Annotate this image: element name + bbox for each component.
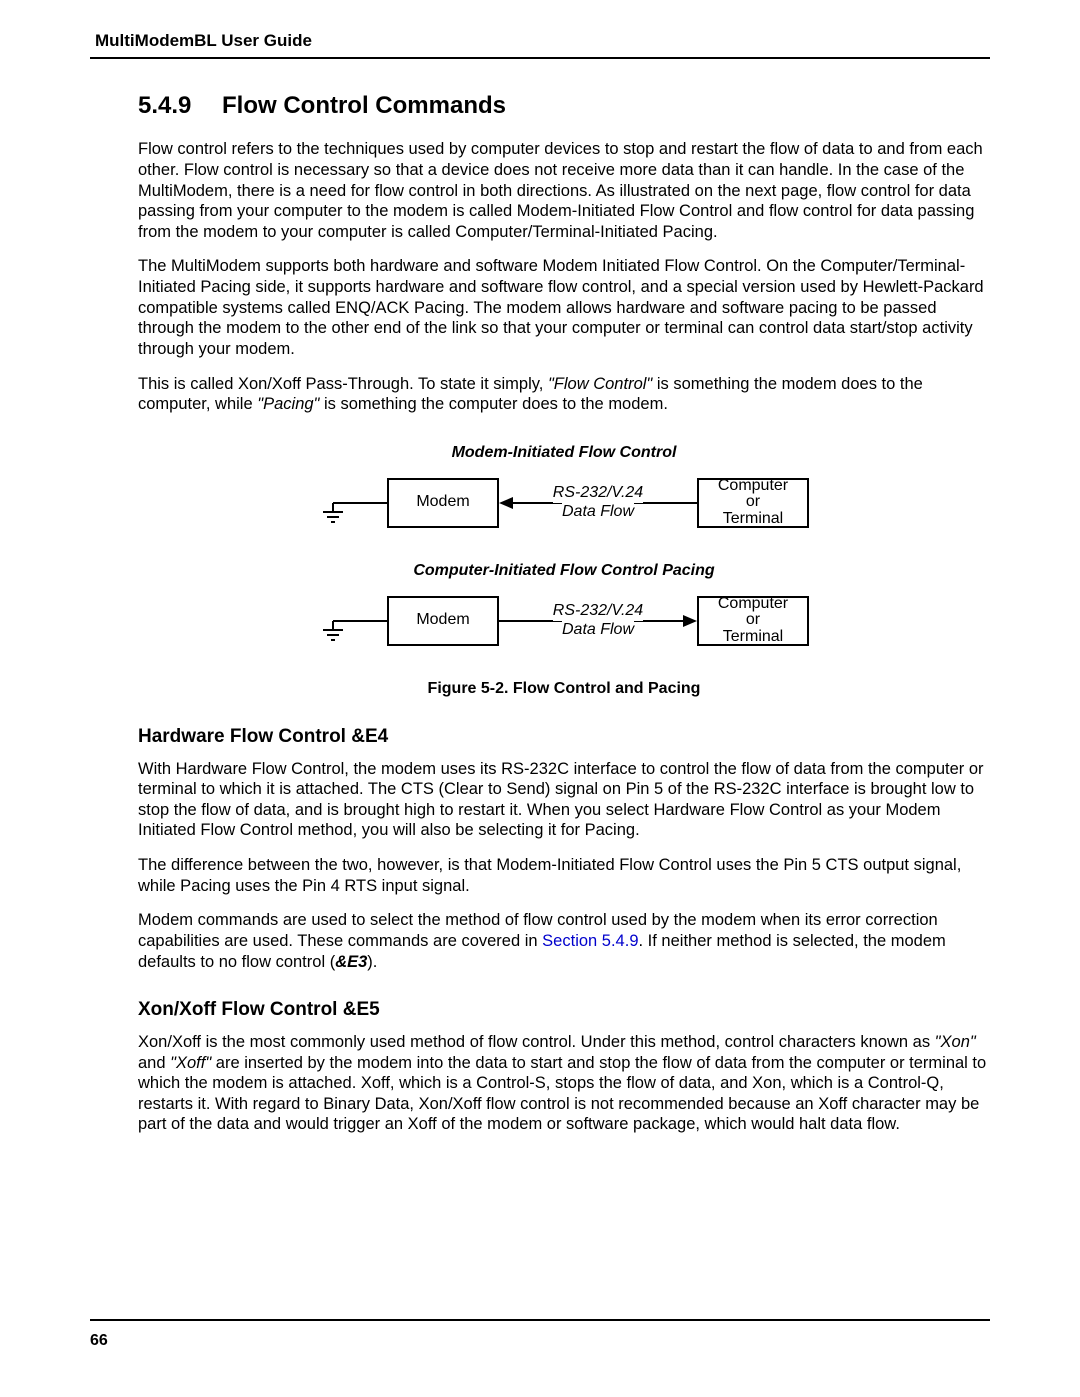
diagram-title: Computer-Initiated Flow Control Pacing bbox=[284, 561, 844, 581]
footer-rule bbox=[90, 1319, 990, 1321]
paragraph: Flow control refers to the techniques us… bbox=[138, 139, 990, 242]
header-rule bbox=[90, 57, 990, 59]
link-arrow-right: RS-232/V.24 Data Flow bbox=[499, 596, 697, 646]
computer-box: Computer or Terminal bbox=[697, 478, 809, 528]
wire bbox=[359, 620, 387, 622]
page-number: 66 bbox=[90, 1331, 990, 1351]
subheading-hardware: Hardware Flow Control &E4 bbox=[138, 725, 990, 749]
paragraph: This is called Xon/Xoff Pass-Through. To… bbox=[138, 374, 990, 415]
modem-box: Modem bbox=[387, 596, 499, 646]
section-number: 5.4.9 bbox=[138, 91, 222, 121]
paragraph: With Hardware Flow Control, the modem us… bbox=[138, 759, 990, 842]
wire bbox=[359, 502, 387, 504]
section-heading: 5.4.9Flow Control Commands bbox=[138, 91, 990, 121]
modem-box: Modem bbox=[387, 478, 499, 528]
paragraph: The difference between the two, however,… bbox=[138, 855, 990, 896]
link-arrow-left: RS-232/V.24 Data Flow bbox=[499, 478, 697, 528]
running-header: MultiModemBL User Guide bbox=[90, 30, 990, 57]
diagram-title: Modem-Initiated Flow Control bbox=[284, 443, 844, 463]
paragraph: The MultiModem supports both hardware an… bbox=[138, 256, 990, 359]
ground-icon bbox=[319, 596, 359, 646]
computer-box: Computer or Terminal bbox=[697, 596, 809, 646]
diagram-block-1: Modem-Initiated Flow Control Modem bbox=[284, 443, 844, 699]
section-link[interactable]: Section 5.4.9 bbox=[542, 932, 638, 950]
section-title: Flow Control Commands bbox=[222, 92, 506, 119]
subheading-xonxoff: Xon/Xoff Flow Control &E5 bbox=[138, 998, 990, 1022]
page-footer: 66 bbox=[90, 1319, 990, 1351]
ground-icon bbox=[319, 478, 359, 528]
paragraph: Modem commands are used to select the me… bbox=[138, 910, 990, 972]
paragraph: Xon/Xoff is the most commonly used metho… bbox=[138, 1032, 990, 1135]
figure-caption: Figure 5-2. Flow Control and Pacing bbox=[284, 679, 844, 699]
